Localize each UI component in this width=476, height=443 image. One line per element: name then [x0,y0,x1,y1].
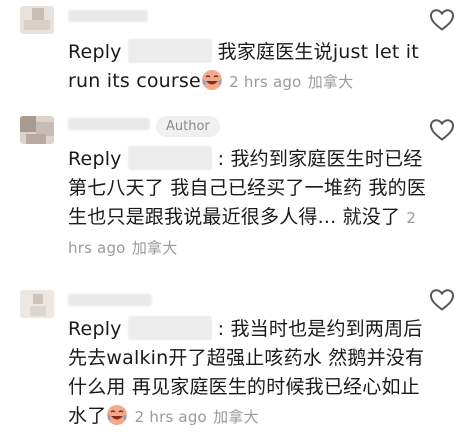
avatar[interactable] [20,290,54,318]
location: 加拿大 [213,408,259,426]
crying-laughing-emoji-icon [201,70,222,90]
comment-body: Reply: 我当时也是约到两周后 先去walkin开了超强止咳药水 然鹅并没有… [68,315,428,432]
timestamp: 2 hrs ago [229,73,302,91]
like-heart-icon[interactable] [429,8,455,32]
avatar[interactable] [20,116,54,144]
avatar[interactable] [20,6,54,34]
username-redacted[interactable] [68,118,150,130]
username-redacted[interactable] [68,294,152,306]
author-badge: Author [156,116,220,137]
like-heart-icon[interactable] [429,118,455,142]
like-heart-icon[interactable] [429,288,455,312]
reply-button[interactable]: Reply [68,148,122,170]
username-redacted[interactable] [68,10,148,22]
mention-redacted[interactable] [127,39,212,63]
location: 加拿大 [307,73,354,91]
comment-body: Reply 我家庭医生说just let it run its course 2 … [68,38,428,97]
location: 加拿大 [131,239,178,257]
reply-button[interactable]: Reply [68,318,122,340]
reply-button[interactable]: Reply [68,41,122,63]
mention-redacted[interactable] [127,316,212,340]
crying-laughing-emoji-icon [107,405,128,425]
timestamp: 2 hrs ago [134,408,207,426]
comment-body: Reply: 我约到家庭医生时已经第七八天了 我自己已经买了一堆药 我的医生也只… [68,145,428,263]
mention-redacted[interactable] [127,146,212,170]
